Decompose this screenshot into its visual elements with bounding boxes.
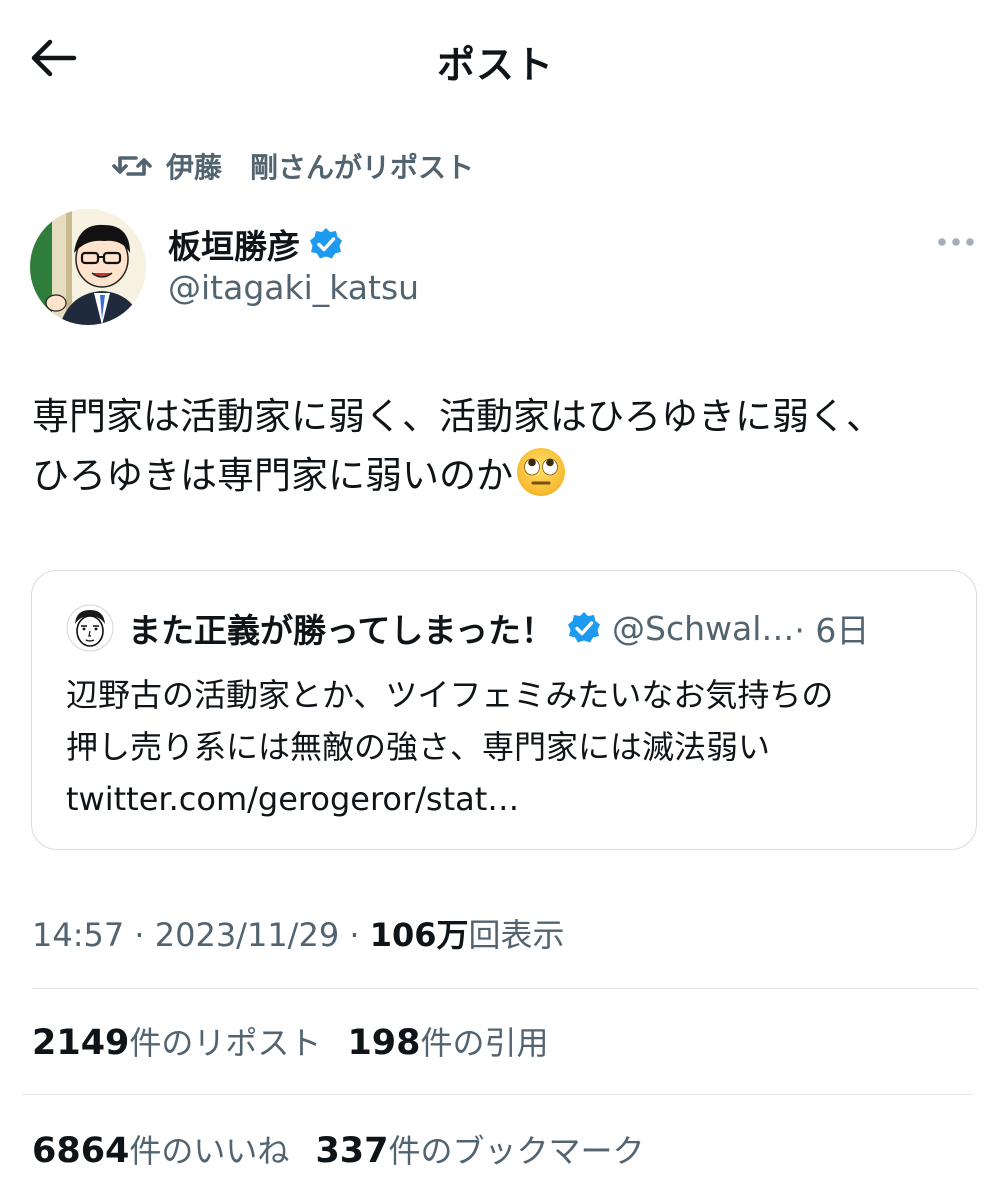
quoted-tweet-text: 辺野古の活動家とか、ツイフェミみたいなお気持ちの 押し売り系には無敵の強さ、専門…: [66, 669, 956, 825]
repost-indicator-label: 伊藤 剛さんがリポスト: [166, 151, 475, 184]
author-name[interactable]: 板垣勝彦: [168, 220, 344, 268]
bookmarks-stat[interactable]: 337件のブックマーク: [315, 1126, 644, 1172]
quoted-tweet-link[interactable]: twitter.com/gerogeror/stat…: [66, 773, 956, 825]
verified-badge-icon: [568, 612, 601, 643]
view-count: 106万: [369, 916, 469, 954]
meta-separator: ·: [339, 916, 370, 954]
author-display-name: 板垣勝彦: [168, 227, 300, 266]
author-avatar[interactable]: [30, 209, 146, 325]
page-title: ポスト: [436, 43, 554, 87]
likes-count: 6864: [32, 1131, 130, 1171]
stats-row-likes: 6864件のいいね 337件のブックマーク: [32, 1126, 671, 1172]
tweet-text-line: ひろゆきは専門家に弱いのか: [32, 446, 972, 505]
face-with-rolling-eyes-icon: [517, 448, 565, 496]
quoted-author-name: また正義が勝ってしまった！: [128, 611, 555, 650]
tweet-text: 専門家は活動家に弱く、活動家はひろゆきに弱く、 ひろゆきは専門家に弱いのか: [32, 388, 972, 505]
meta-separator: ·: [124, 916, 155, 954]
tweet-meta: 14:57 · 2023/11/29 · 106万回表示: [32, 910, 565, 956]
quoted-tweet-text-line: 辺野古の活動家とか、ツイフェミみたいなお気持ちの: [66, 676, 834, 714]
likes-label: 件のいいね: [129, 1132, 290, 1170]
reposts-stat[interactable]: 2149件のリポスト: [32, 1018, 321, 1064]
stats-row-reposts: 2149件のリポスト 198件の引用: [32, 1018, 575, 1064]
quoted-tweet-text-line: 押し売り系には無敵の強さ、専門家には滅法弱い: [66, 728, 771, 766]
verified-badge-icon: [310, 228, 342, 259]
avatar-illustration: [30, 209, 146, 325]
reposts-count: 2149: [32, 1023, 130, 1063]
quoted-author-handle: @Schwal…: [612, 608, 795, 648]
tweet-text-line: 専門家は活動家に弱く、活動家はひろゆきに弱く、: [32, 395, 883, 438]
bookmarks-label: 件のブックマーク: [388, 1132, 645, 1170]
quoted-avatar-illustration: [66, 604, 114, 652]
author-handle[interactable]: @itagaki_katsu: [168, 268, 419, 307]
bookmarks-count: 337: [315, 1131, 389, 1171]
repost-indicator[interactable]: 伊藤 剛さんがリポスト: [112, 146, 474, 186]
quotes-label: 件の引用: [420, 1024, 549, 1062]
view-count-label: 回表示: [468, 916, 565, 954]
divider: [32, 988, 979, 989]
tweet-time[interactable]: 14:57: [32, 916, 124, 954]
reposts-label: 件のリポスト: [129, 1024, 322, 1062]
quoted-tweet-card[interactable]: また正義が勝ってしまった！ @Schwal… · 6日 辺野古の活動家とか、ツイ…: [31, 570, 977, 850]
quotes-stat[interactable]: 198件の引用: [347, 1018, 548, 1064]
more-dots-icon: [938, 238, 974, 246]
tweet-text-segment: ひろゆきは専門家に弱いのか: [32, 454, 513, 497]
top-bar: ポスト: [0, 0, 991, 116]
quoted-tweet-time: · 6日: [794, 611, 870, 650]
likes-stat[interactable]: 6864件のいいね: [32, 1126, 289, 1172]
repost-icon: [112, 156, 152, 176]
more-options-button[interactable]: [934, 230, 978, 254]
divider: [22, 1094, 972, 1095]
quoted-tweet-header: また正義が勝ってしまった！ @Schwal… · 6日: [66, 601, 869, 655]
quoted-author-avatar: [66, 604, 114, 652]
quotes-count: 198: [347, 1023, 421, 1063]
tweet-date[interactable]: 2023/11/29: [155, 916, 339, 954]
